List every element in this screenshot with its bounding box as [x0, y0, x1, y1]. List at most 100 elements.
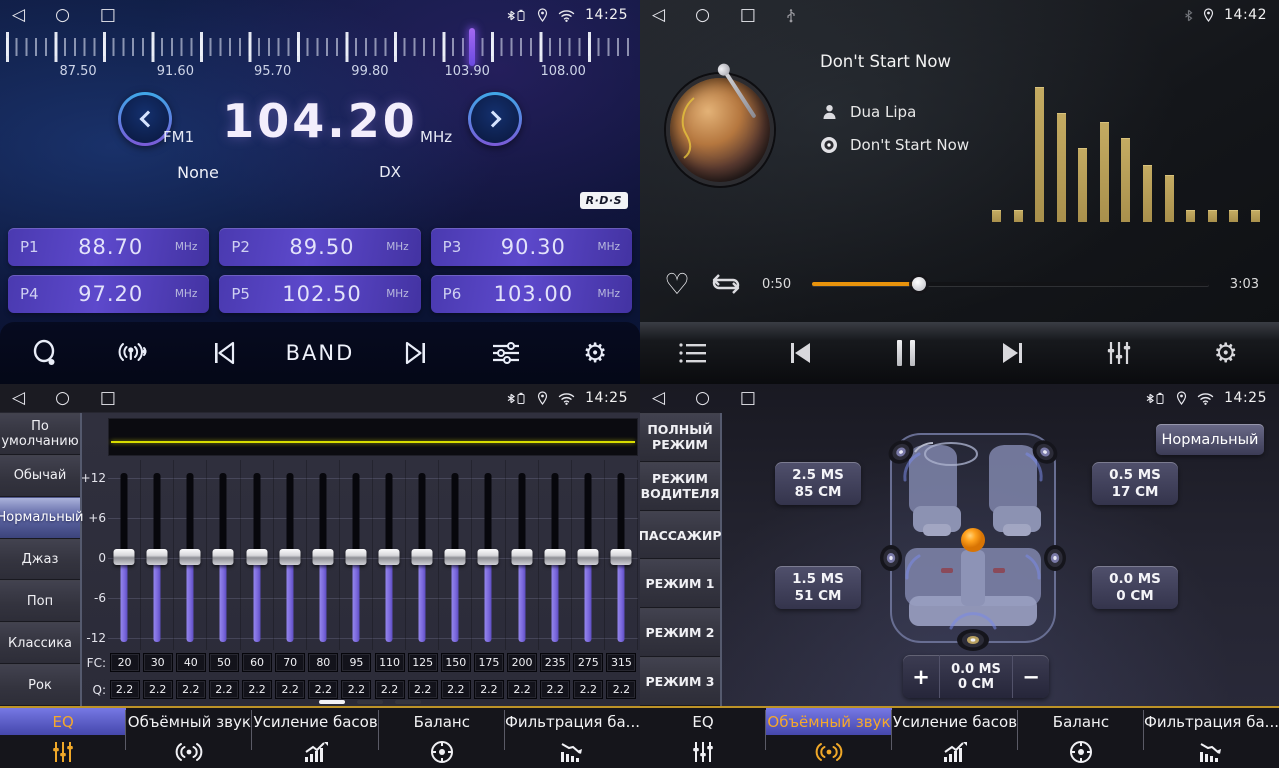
dial-pointer[interactable]: [469, 28, 475, 66]
nav-home-icon[interactable]: ○: [55, 7, 70, 24]
pause-icon[interactable]: [878, 331, 934, 375]
slider-handle[interactable]: [379, 549, 400, 565]
q-value[interactable]: 2.2: [375, 680, 405, 699]
q-value[interactable]: 2.2: [143, 680, 173, 699]
decrease-button[interactable]: −: [1013, 655, 1049, 698]
q-value[interactable]: 2.2: [540, 680, 570, 699]
q-value[interactable]: 2.2: [308, 680, 338, 699]
seek-up-button[interactable]: [468, 92, 522, 146]
tab-surround[interactable]: Объёмный звук: [766, 708, 892, 768]
eq-band-slider-5[interactable]: [241, 460, 274, 650]
nav-recents-icon[interactable]: □: [740, 7, 756, 24]
eq-preset-custom[interactable]: Обычай: [0, 455, 80, 497]
fc-value[interactable]: 275: [573, 653, 603, 672]
settings-gear-icon[interactable]: ⚙: [1198, 331, 1254, 375]
delay-rear-left-button[interactable]: 1.5 MS 51 CM: [775, 566, 861, 609]
fc-value[interactable]: 60: [242, 653, 272, 672]
mode-3[interactable]: РЕЖИМ 3: [640, 657, 720, 706]
q-value[interactable]: 2.2: [242, 680, 272, 699]
slider-handle[interactable]: [577, 549, 598, 565]
mode-driver[interactable]: РЕЖИМ ВОДИТЕЛЯ: [640, 462, 720, 511]
slider-handle[interactable]: [610, 549, 631, 565]
mode-1[interactable]: РЕЖИМ 1: [640, 559, 720, 608]
mode-passenger[interactable]: ПАССАЖИР: [640, 511, 720, 560]
fc-value[interactable]: 80: [308, 653, 338, 672]
nav-recents-icon[interactable]: □: [100, 7, 116, 24]
preset-button-p3[interactable]: P390.30MHz: [431, 228, 632, 266]
nav-recents-icon[interactable]: □: [740, 390, 756, 407]
fc-value[interactable]: 235: [540, 653, 570, 672]
fc-value[interactable]: 110: [375, 653, 405, 672]
fc-value[interactable]: 70: [275, 653, 305, 672]
slider-handle[interactable]: [445, 549, 466, 565]
slider-handle[interactable]: [478, 549, 499, 565]
eq-preset-rock[interactable]: Рок: [0, 664, 80, 706]
nav-home-icon[interactable]: ○: [695, 390, 710, 407]
nav-back-icon[interactable]: ◁: [12, 390, 25, 407]
fc-value[interactable]: 200: [507, 653, 537, 672]
nav-back-icon[interactable]: ◁: [652, 7, 665, 24]
band-button[interactable]: BAND: [286, 341, 355, 365]
q-value[interactable]: 2.2: [275, 680, 305, 699]
fc-value[interactable]: 175: [474, 653, 504, 672]
q-value[interactable]: 2.2: [110, 680, 140, 699]
nav-home-icon[interactable]: ○: [695, 7, 710, 24]
eq-preset-classic[interactable]: Классика: [0, 622, 80, 664]
mode-2[interactable]: РЕЖИМ 2: [640, 608, 720, 657]
eq-band-slider-12[interactable]: [472, 460, 505, 650]
preset-button-p6[interactable]: P6103.00MHz: [431, 275, 632, 313]
slider-handle[interactable]: [246, 549, 267, 565]
settings-gear-icon[interactable]: ⚙: [567, 331, 623, 375]
playlist-icon[interactable]: [665, 331, 721, 375]
eq-band-slider-2[interactable]: [141, 460, 174, 650]
mode-full[interactable]: ПОЛНЫЙ РЕЖИМ: [640, 413, 720, 462]
q-value[interactable]: 2.2: [441, 680, 471, 699]
slider-handle[interactable]: [544, 549, 565, 565]
fc-value[interactable]: 20: [110, 653, 140, 672]
tab-surround[interactable]: Объёмный звук: [126, 708, 252, 768]
eq-band-slider-4[interactable]: [207, 460, 240, 650]
nav-back-icon[interactable]: ◁: [12, 7, 25, 24]
preset-button-p5[interactable]: P5102.50MHz: [219, 275, 420, 313]
favorite-icon[interactable]: ♡: [664, 270, 690, 299]
increase-button[interactable]: +: [903, 655, 939, 698]
eq-preset-jazz[interactable]: Джаз: [0, 539, 80, 581]
tab-eq[interactable]: EQ: [640, 708, 766, 768]
preset-button-p2[interactable]: P289.50MHz: [219, 228, 420, 266]
seek-bar-knob[interactable]: [912, 277, 926, 291]
broadcast-icon[interactable]: [106, 331, 162, 375]
q-value[interactable]: 2.2: [341, 680, 371, 699]
tab-balance[interactable]: Баланс: [379, 708, 505, 768]
delay-front-left-button[interactable]: 2.5 MS 85 CM: [775, 462, 861, 505]
eq-band-slider-14[interactable]: [539, 460, 572, 650]
q-value[interactable]: 2.2: [573, 680, 603, 699]
delay-rear-right-button[interactable]: 0.0 MS 0 CM: [1092, 566, 1178, 609]
eq-band-slider-11[interactable]: [439, 460, 472, 650]
slider-handle[interactable]: [180, 549, 201, 565]
slider-handle[interactable]: [114, 549, 135, 565]
equalizer-icon[interactable]: [1091, 331, 1147, 375]
tab-balance[interactable]: Баланс: [1018, 708, 1144, 768]
fc-value[interactable]: 40: [176, 653, 206, 672]
tuning-dial[interactable]: [6, 32, 634, 62]
slider-handle[interactable]: [213, 549, 234, 565]
next-icon[interactable]: [985, 331, 1041, 375]
tab-filter[interactable]: Фильтрация ба...: [1144, 708, 1279, 768]
slider-handle[interactable]: [147, 549, 168, 565]
nav-recents-icon[interactable]: □: [100, 390, 116, 407]
slider-handle[interactable]: [345, 549, 366, 565]
slider-handle[interactable]: [279, 549, 300, 565]
fc-value[interactable]: 95: [341, 653, 371, 672]
tab-bass-boost[interactable]: Усиление басов: [252, 708, 378, 768]
scan-icon[interactable]: [17, 331, 73, 375]
fc-value[interactable]: 50: [209, 653, 239, 672]
fc-value[interactable]: 30: [143, 653, 173, 672]
preset-button-p4[interactable]: P497.20MHz: [8, 275, 209, 313]
eq-band-slider-13[interactable]: [506, 460, 539, 650]
slider-handle[interactable]: [312, 549, 333, 565]
eq-band-slider-15[interactable]: [572, 460, 605, 650]
q-value[interactable]: 2.2: [507, 680, 537, 699]
q-value[interactable]: 2.2: [474, 680, 504, 699]
delay-front-right-button[interactable]: 0.5 MS 17 CM: [1092, 462, 1178, 505]
q-value[interactable]: 2.2: [176, 680, 206, 699]
